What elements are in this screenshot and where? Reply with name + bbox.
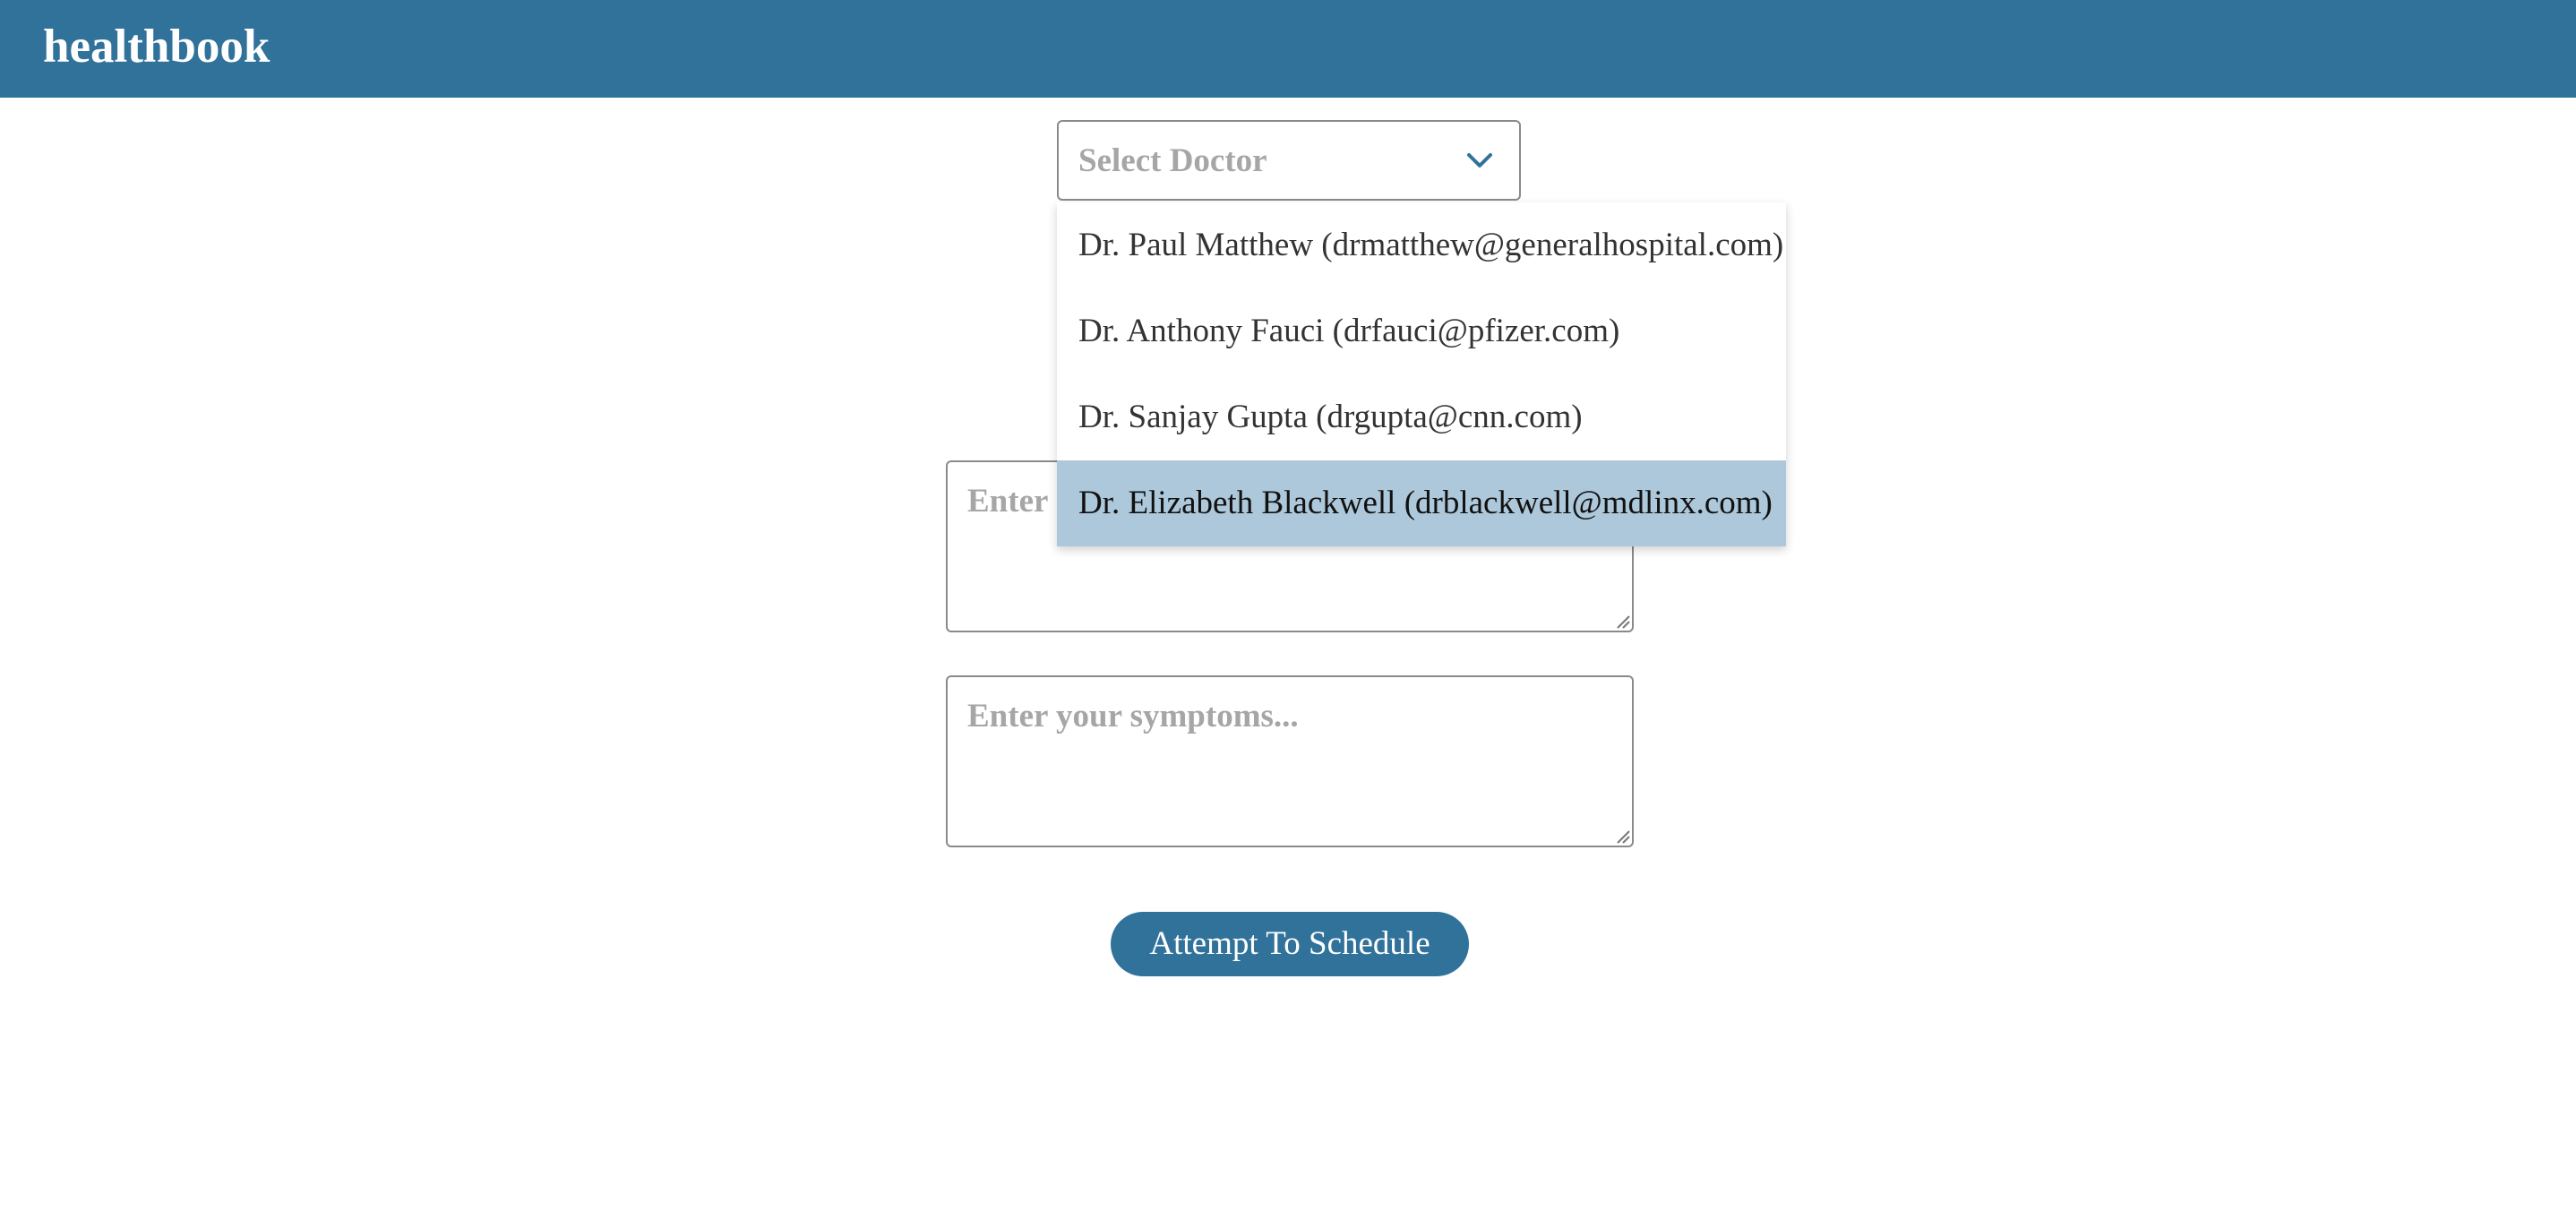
doctor-option[interactable]: Dr. Paul Matthew (drmatthew@generalhospi…	[1057, 202, 1786, 288]
brand-logo[interactable]: healthbook	[43, 20, 270, 73]
resize-grip-icon[interactable]	[1614, 828, 1630, 844]
details-textarea-placeholder: Enter	[967, 483, 1049, 520]
chevron-down-icon[interactable]	[1462, 145, 1498, 176]
doctor-option[interactable]: Dr. Anthony Fauci (drfauci@pfizer.com)	[1057, 288, 1786, 374]
top-navbar: healthbook	[0, 0, 2576, 98]
resize-grip-icon[interactable]	[1614, 613, 1630, 629]
doctor-dropdown-menu: Dr. Paul Matthew (drmatthew@generalhospi…	[1057, 202, 1786, 546]
doctor-select[interactable]: Select Doctor	[1057, 120, 1521, 201]
attempt-to-schedule-button[interactable]: Attempt To Schedule	[1111, 912, 1469, 976]
doctor-option[interactable]: Dr. Sanjay Gupta (drgupta@cnn.com)	[1057, 374, 1786, 460]
doctor-select-placeholder: Select Doctor	[1078, 142, 1267, 179]
symptoms-textarea[interactable]: Enter your symptoms...	[946, 675, 1634, 847]
doctor-option-highlighted[interactable]: Dr. Elizabeth Blackwell (drblackwell@mdl…	[1057, 460, 1786, 546]
symptoms-placeholder: Enter your symptoms...	[967, 698, 1299, 734]
